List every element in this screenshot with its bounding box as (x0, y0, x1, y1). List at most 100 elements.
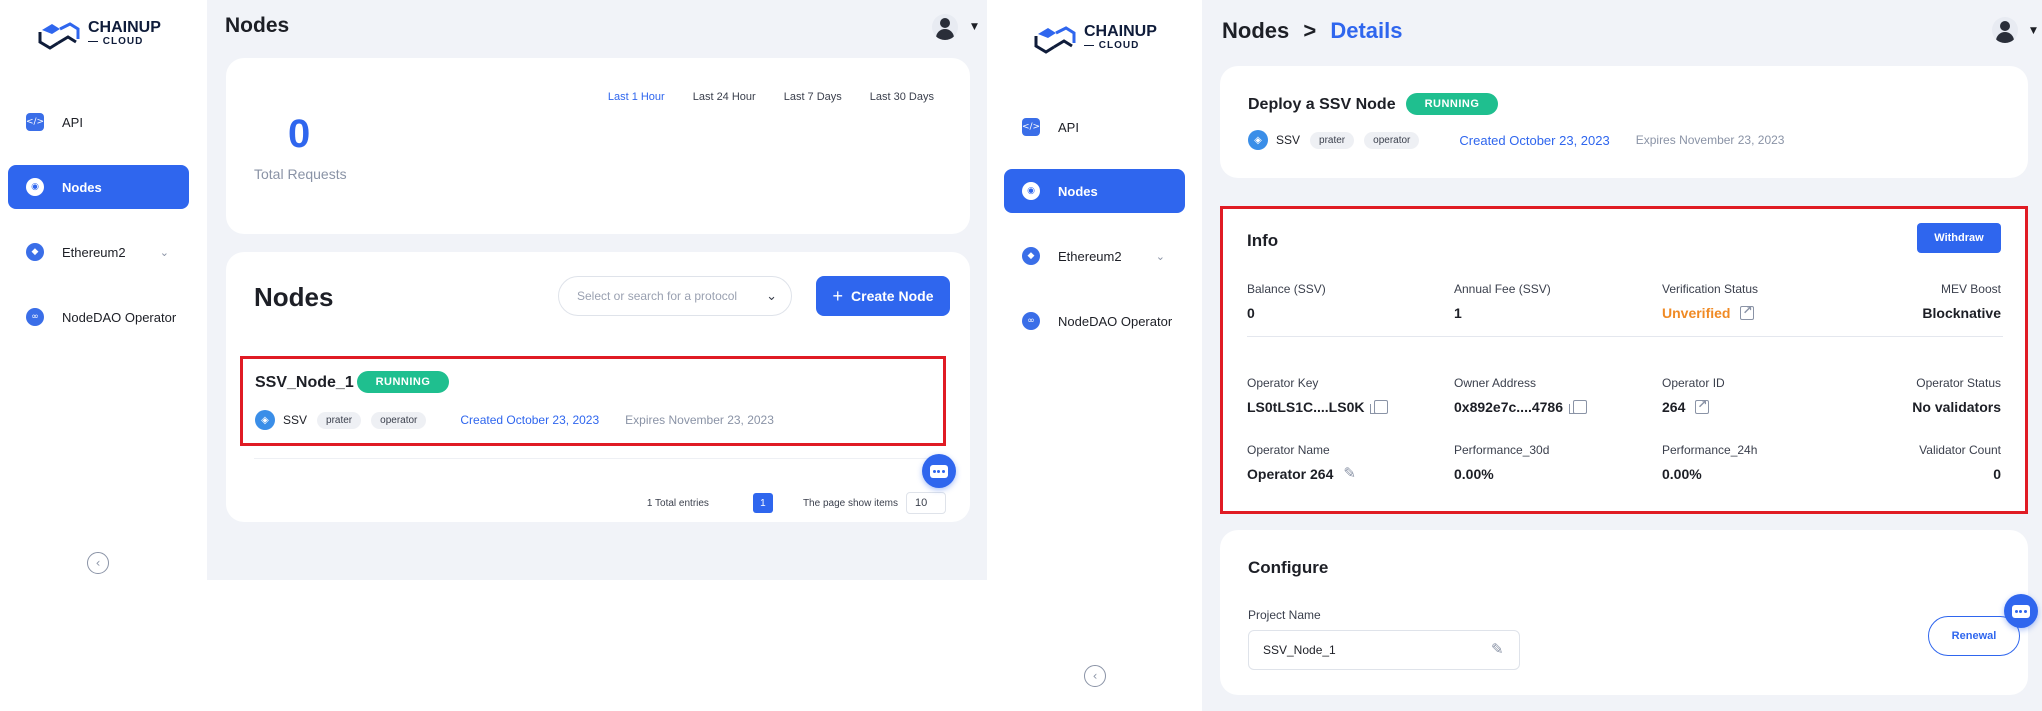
performance-30d-label: Performance_30d (1454, 443, 1550, 457)
link-icon: ∞ (26, 308, 44, 326)
tab-last-7-days[interactable]: Last 7 Days (784, 91, 842, 103)
sidebar-item-api[interactable]: </> API (1004, 105, 1185, 149)
operator-name-value-row: Operator 264 (1247, 464, 1357, 482)
operator-name-label: Operator Name (1247, 443, 1330, 457)
mev-boost-label: MEV Boost (1940, 282, 2001, 296)
owner-address-field: Owner Address 0x892e7c....4786 (1454, 376, 1587, 415)
page-size-label: The page show items (802, 497, 898, 509)
performance-30d-value: 0.00% (1454, 466, 1494, 482)
create-node-label: Create Node (851, 288, 934, 304)
create-node-button[interactable]: + Create Node (816, 276, 950, 316)
nodes-section-title: Nodes (254, 282, 334, 312)
operator-status-label: Operator Status (1916, 376, 2001, 390)
nodes-card: Nodes Select or search for a protocol ⌄ … (226, 252, 970, 522)
caret-down-icon[interactable]: ▼ (971, 22, 978, 32)
withdraw-button[interactable]: Withdraw (1917, 223, 2001, 253)
avatar[interactable] (1992, 17, 2018, 43)
collapse-sidebar-button[interactable]: ‹ (1084, 665, 1106, 687)
page-size-select[interactable]: 10 (906, 492, 946, 514)
configure-card: Configure Project Name SSV_Node_1 Renewa… (1220, 530, 2028, 695)
sidebar-item-nodedao-operator[interactable]: ∞ NodeDAO Operator (1004, 299, 1185, 343)
page-1-button[interactable]: 1 (752, 493, 773, 513)
copy-icon[interactable] (1569, 400, 1587, 414)
ssv-icon: ◈ (255, 410, 275, 430)
pagination: 1 Total entries 1 The page show items 10 (647, 492, 946, 514)
validator-count-field: Validator Count 0 (1919, 443, 2001, 482)
ethereum-icon: ◆ (1022, 247, 1040, 265)
balance-value: 0 (1247, 305, 1255, 321)
chainup-logo-icon (38, 22, 80, 50)
operator-id-label: Operator ID (1662, 376, 1725, 390)
sidebar-item-nodes[interactable]: ◉ Nodes (8, 165, 189, 209)
owner-address-value: 0x892e7c....4786 (1454, 399, 1563, 415)
edit-icon[interactable] (1491, 640, 1505, 658)
breadcrumb-current: Details (1330, 18, 1403, 43)
composite-screenshot: CHAINUP — CLOUD </> API ◉ Nodes ◆ Ethere… (0, 0, 2042, 711)
sidebar-item-label: Ethereum2 (62, 244, 126, 260)
renewal-button[interactable]: Renewal (1928, 616, 2020, 656)
protocol-search-select[interactable]: Select or search for a protocol ⌄ (558, 276, 792, 316)
external-link-icon[interactable] (1740, 303, 1755, 320)
operator-name-field: Operator Name Operator 264 (1247, 443, 1357, 482)
divider (1247, 336, 2003, 337)
sidebar: CHAINUP — CLOUD </> API ◉ Nodes ◆ Ethere… (987, 0, 1202, 711)
caret-down-icon[interactable]: ▼ (2030, 26, 2037, 36)
code-icon: </> (1022, 118, 1040, 136)
tab-last-1-hour[interactable]: Last 1 Hour (608, 91, 665, 103)
chainup-logo[interactable]: CHAINUP — CLOUD (36, 20, 161, 50)
edit-icon[interactable] (1343, 464, 1357, 482)
balance-label: Balance (SSV) (1247, 282, 1326, 296)
validator-count-value: 0 (1993, 466, 2001, 482)
copy-icon[interactable] (1370, 400, 1389, 414)
node-details-screen: CHAINUP — CLOUD </> API ◉ Nodes ◆ Ethere… (987, 0, 2042, 711)
sidebar-item-label: API (1058, 119, 1079, 135)
tab-last-30-days[interactable]: Last 30 Days (870, 91, 934, 103)
chat-button[interactable] (2004, 594, 2038, 628)
logo-text: CHAINUP — CLOUD (1084, 23, 1157, 53)
sidebar: CHAINUP — CLOUD </> API ◉ Nodes ◆ Ethere… (0, 0, 207, 711)
chat-button[interactable] (922, 454, 956, 488)
logo-text: CHAINUP — CLOUD (88, 19, 161, 49)
chevron-left-icon: ‹ (95, 556, 101, 570)
main-content: Nodes > Details ▼ Deploy a SSV Node RUNN… (1202, 0, 2042, 711)
info-title: Info (1247, 231, 1279, 250)
balance-field: Balance (SSV) 0 (1247, 282, 1326, 321)
external-link-icon[interactable] (1695, 397, 1710, 414)
collapse-sidebar-button[interactable]: ‹ (87, 552, 109, 574)
project-name-field[interactable]: SSV_Node_1 (1248, 630, 1520, 670)
chainup-logo[interactable]: CHAINUP — CLOUD (1032, 24, 1157, 54)
link-icon: ∞ (1022, 312, 1040, 330)
breadcrumb-parent[interactable]: Nodes (1222, 18, 1289, 43)
operator-key-value: LS0tLS1C....LS0K (1247, 399, 1365, 415)
breadcrumb: Nodes > Details (1222, 18, 1403, 44)
logo-brand: CHAINUP (1084, 23, 1157, 40)
annual-fee-value: 1 (1454, 305, 1462, 321)
verification-value: Unverified (1662, 305, 1731, 321)
sidebar-item-ethereum2[interactable]: ◆ Ethereum2 ⌄ (8, 230, 189, 274)
plus-icon: + (832, 285, 844, 306)
info-card: Info Withdraw Balance (SSV) 0 Annual Fee… (1220, 206, 2028, 514)
expires-date: Expires November 23, 2023 (625, 413, 774, 427)
ssv-icon: ◈ (1248, 130, 1268, 150)
node-icon: ◉ (26, 178, 44, 196)
tab-last-24-hour[interactable]: Last 24 Hour (693, 91, 756, 103)
sidebar-item-nodes[interactable]: ◉ Nodes (1004, 169, 1185, 213)
avatar[interactable] (932, 14, 958, 40)
sidebar-item-api[interactable]: </> API (8, 100, 189, 144)
operator-id-value: 264 (1662, 399, 1686, 415)
sidebar-item-ethereum2[interactable]: ◆ Ethereum2 ⌄ (1004, 234, 1185, 278)
code-icon: </> (26, 113, 44, 131)
status-badge: RUNNING (1406, 93, 1498, 115)
project-name-label: Project Name (1248, 608, 1321, 622)
logo-brand: CHAINUP (88, 19, 161, 36)
total-entries: 1 Total entries (646, 497, 709, 509)
sidebar-item-label: API (62, 114, 83, 130)
table-row[interactable]: SSV_Node_1 RUNNING ◈ SSV prater operator… (240, 356, 946, 446)
sidebar-item-nodedao-operator[interactable]: ∞ NodeDAO Operator (8, 295, 189, 339)
annual-fee-label: Annual Fee (SSV) (1454, 282, 1551, 296)
node-name[interactable]: SSV_Node_1 (255, 374, 354, 392)
operator-id-field: Operator ID 264 (1662, 376, 1725, 415)
validator-count-label: Validator Count (1919, 443, 2001, 457)
performance-24h-value: 0.00% (1662, 466, 1702, 482)
protocol-name: SSV (1276, 133, 1301, 147)
